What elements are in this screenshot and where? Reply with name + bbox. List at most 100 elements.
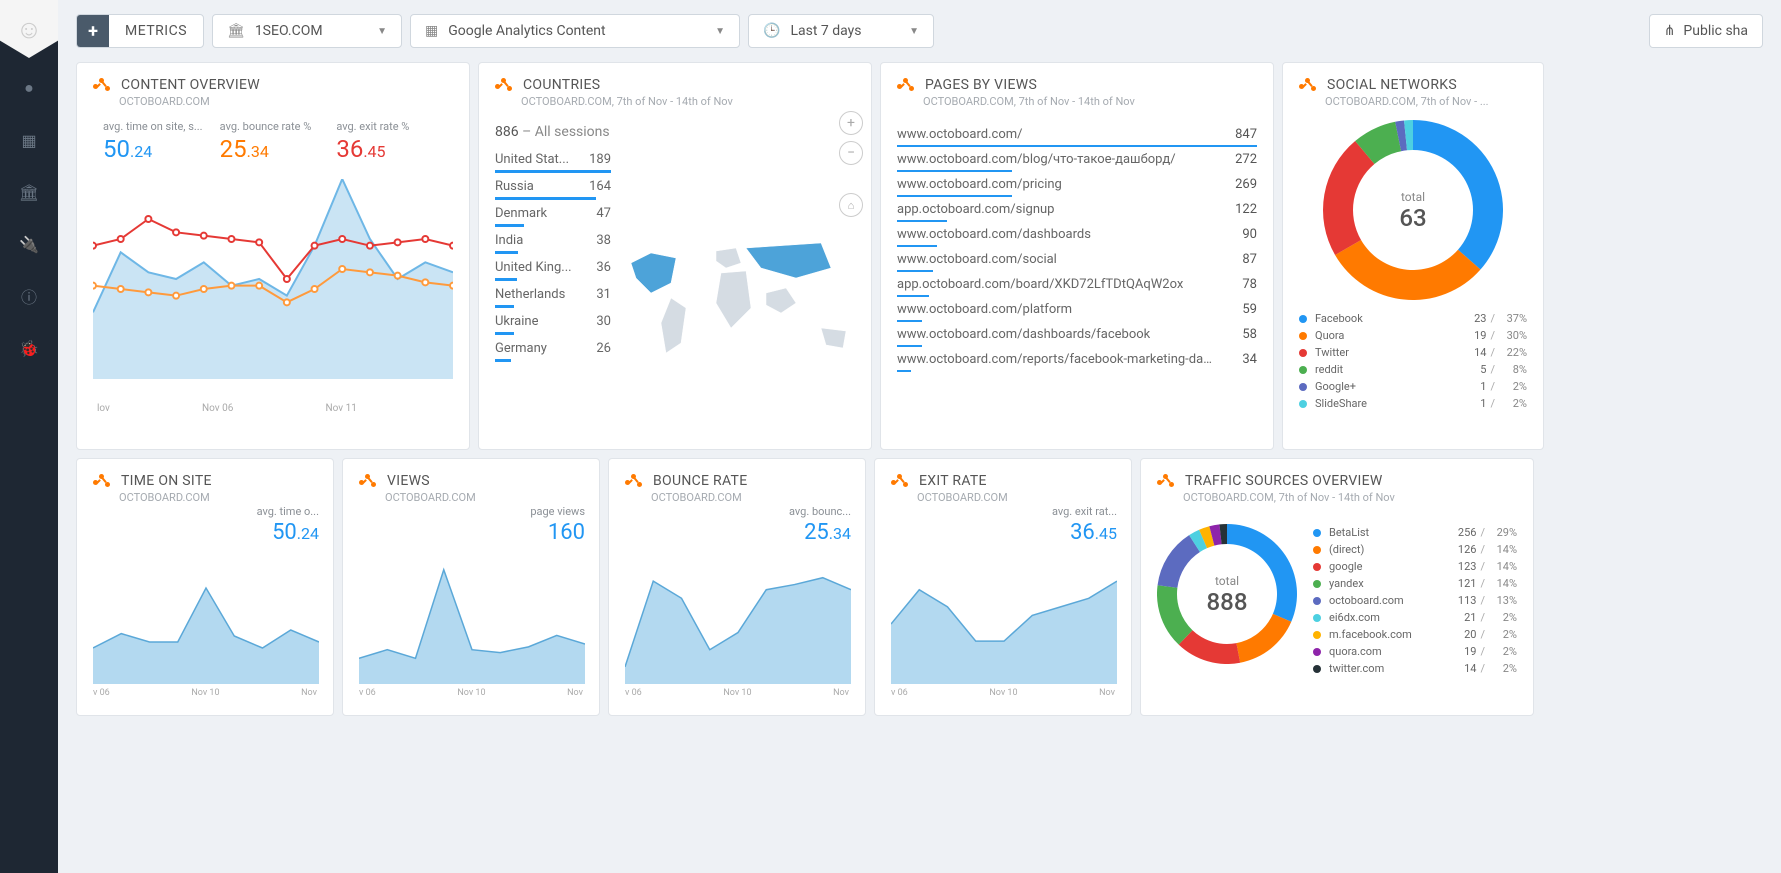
chevron-down-icon: ▼ bbox=[377, 26, 387, 37]
overview-chart: lov Nov 06 Nov 11 bbox=[93, 179, 453, 414]
card-title: COUNTRIES bbox=[523, 77, 600, 93]
metrics-label: METRICS bbox=[109, 23, 203, 39]
page-row[interactable]: www.octoboard.com/blog/что-такое-дашборд… bbox=[897, 147, 1257, 172]
page-row[interactable]: www.octoboard.com/dashboards/facebook58 bbox=[897, 322, 1257, 347]
card-title: SOCIAL NETWORKS bbox=[1327, 77, 1457, 93]
legend-item[interactable]: ei6dx.com21/2% bbox=[1313, 609, 1517, 626]
mini-chart bbox=[891, 564, 1117, 684]
sidebar-bank-icon[interactable]: 🏛 bbox=[0, 170, 58, 214]
total-label: – All sessions bbox=[522, 124, 610, 140]
daterange-selector[interactable]: 🕒 Last 7 days ▼ bbox=[748, 14, 934, 48]
page-row[interactable]: app.octoboard.com/signup122 bbox=[897, 197, 1257, 222]
sidebar-dashboard-icon[interactable]: ▦ bbox=[0, 118, 58, 162]
legend-item[interactable]: twitter.com14/2% bbox=[1313, 660, 1517, 677]
legend-item[interactable]: Twitter14/22% bbox=[1299, 344, 1527, 361]
share-icon: ⋔ bbox=[1664, 23, 1676, 39]
zoom-controls: + − bbox=[839, 111, 863, 165]
x-label: v 06 bbox=[359, 688, 376, 698]
x-label: Nov 10 bbox=[191, 688, 219, 698]
ga-icon bbox=[625, 474, 643, 488]
legend-item[interactable]: BetaList256/29% bbox=[1313, 524, 1517, 541]
page-row[interactable]: www.octoboard.com/pricing269 bbox=[897, 172, 1257, 197]
ga-icon bbox=[495, 78, 513, 92]
card-subtitle: OCTOBOARD.COM, 7th of Nov - ... bbox=[1325, 95, 1527, 108]
legend-item[interactable]: m.facebook.com20/2% bbox=[1313, 626, 1517, 643]
legend-item[interactable]: octoboard.com113/13% bbox=[1313, 592, 1517, 609]
legend-item[interactable]: (direct)126/14% bbox=[1313, 541, 1517, 558]
page-row[interactable]: www.octoboard.com/reports/facebook-marke… bbox=[897, 347, 1257, 372]
zoom-out-button[interactable]: − bbox=[839, 141, 863, 165]
x-label: Nov 10 bbox=[723, 688, 751, 698]
plus-icon: + bbox=[77, 15, 109, 47]
source-selector-label: Google Analytics Content bbox=[448, 23, 605, 39]
x-label: v 06 bbox=[93, 688, 110, 698]
legend-item[interactable]: Google+1/2% bbox=[1299, 378, 1527, 395]
metric: avg. time on site, s...50.24 bbox=[103, 120, 220, 163]
legend-item[interactable]: yandex121/14% bbox=[1313, 575, 1517, 592]
legend-dot bbox=[1313, 563, 1321, 571]
sidebar-bug-icon[interactable]: 🐞 bbox=[0, 326, 58, 370]
site-selector[interactable]: 🏛 1SEO.COM ▼ bbox=[212, 14, 402, 48]
card-subtitle: OCTOBOARD.COM bbox=[119, 491, 317, 504]
ga-icon bbox=[93, 78, 111, 92]
page-row[interactable]: www.octoboard.com/social87 bbox=[897, 247, 1257, 272]
card-title: TRAFFIC SOURCES OVERVIEW bbox=[1185, 473, 1383, 489]
x-label: Nov 11 bbox=[326, 403, 357, 414]
sidebar-plug-icon[interactable]: 🔌 bbox=[0, 222, 58, 266]
legend-item[interactable]: SlideShare1/2% bbox=[1299, 395, 1527, 412]
ga-icon bbox=[897, 78, 915, 92]
world-map[interactable] bbox=[621, 213, 861, 377]
legend-dot bbox=[1313, 529, 1321, 537]
page-row[interactable]: www.octoboard.com/847 bbox=[897, 122, 1257, 147]
page-row[interactable]: www.octoboard.com/dashboards90 bbox=[897, 222, 1257, 247]
metric: avg. bounce rate %25.34 bbox=[220, 120, 337, 163]
legend-dot bbox=[1313, 648, 1321, 656]
sidebar-user-icon[interactable]: ● bbox=[0, 66, 58, 110]
ga-icon bbox=[891, 474, 909, 488]
country-row[interactable]: India38 bbox=[495, 227, 611, 254]
legend-item[interactable]: quora.com19/2% bbox=[1313, 643, 1517, 660]
legend-dot bbox=[1299, 366, 1307, 374]
card-time-on-site: TIME ON SITE OCTOBOARD.COM avg. time o..… bbox=[76, 458, 334, 716]
country-row[interactable]: Ukraine30 bbox=[495, 308, 611, 335]
x-label: v 06 bbox=[625, 688, 642, 698]
card-bounce-rate: BOUNCE RATE OCTOBOARD.COM avg. bounc...2… bbox=[608, 458, 866, 716]
country-row[interactable]: Denmark47 bbox=[495, 200, 611, 227]
country-row[interactable]: Netherlands31 bbox=[495, 281, 611, 308]
zoom-in-button[interactable]: + bbox=[839, 111, 863, 135]
bank-icon: 🏛 bbox=[227, 23, 245, 39]
card-subtitle: OCTOBOARD.COM, 7th of Nov - 14th of Nov bbox=[923, 95, 1257, 108]
page-row[interactable]: app.octoboard.com/board/XKD72LfTDtQAqW2o… bbox=[897, 272, 1257, 297]
chevron-down-icon: ▼ bbox=[909, 26, 919, 37]
mini-chart bbox=[359, 564, 585, 684]
country-row[interactable]: United King...36 bbox=[495, 254, 611, 281]
country-row[interactable]: United Stat...189 bbox=[495, 146, 611, 173]
main: + METRICS 🏛 1SEO.COM ▼ ▦ Google Analytic… bbox=[58, 0, 1781, 873]
add-metrics-button[interactable]: + METRICS bbox=[76, 14, 204, 48]
page-row[interactable]: www.octoboard.com/platform59 bbox=[897, 297, 1257, 322]
legend-item[interactable]: reddit5/8% bbox=[1299, 361, 1527, 378]
sidebar-info-icon[interactable]: ⓘ bbox=[0, 274, 58, 318]
legend-item[interactable]: Quora19/30% bbox=[1299, 327, 1527, 344]
legend-item[interactable]: Facebook23/37% bbox=[1299, 310, 1527, 327]
share-label: Public sha bbox=[1683, 23, 1748, 39]
chevron-down-icon: ▼ bbox=[715, 26, 725, 37]
x-label: Nov bbox=[567, 688, 583, 698]
country-row[interactable]: Russia164 bbox=[495, 173, 611, 200]
legend-item[interactable]: google123/14% bbox=[1313, 558, 1517, 575]
daterange-label: Last 7 days bbox=[790, 23, 861, 39]
x-label: Nov 06 bbox=[202, 403, 233, 414]
card-exit-rate: EXIT RATE OCTOBOARD.COM avg. exit rat...… bbox=[874, 458, 1132, 716]
public-share-button[interactable]: ⋔ Public sha bbox=[1649, 14, 1763, 48]
source-selector[interactable]: ▦ Google Analytics Content ▼ bbox=[410, 14, 740, 48]
card-subtitle: OCTOBOARD.COM, 7th of Nov - 14th of Nov bbox=[1183, 491, 1517, 504]
card-subtitle: OCTOBOARD.COM bbox=[385, 491, 583, 504]
metric: page views160 bbox=[530, 505, 585, 545]
dashboard-grid: CONTENT OVERVIEW OCTOBOARD.COM avg. time… bbox=[76, 62, 1763, 716]
card-subtitle: OCTOBOARD.COM, 7th of Nov - 14th of Nov bbox=[521, 95, 855, 108]
metric: avg. exit rate %36.45 bbox=[336, 120, 453, 163]
country-row[interactable]: Germany26 bbox=[495, 335, 611, 362]
donut-total: 63 bbox=[1399, 204, 1426, 232]
card-pages-by-views: PAGES BY VIEWS OCTOBOARD.COM, 7th of Nov… bbox=[880, 62, 1274, 450]
legend-dot bbox=[1313, 631, 1321, 639]
